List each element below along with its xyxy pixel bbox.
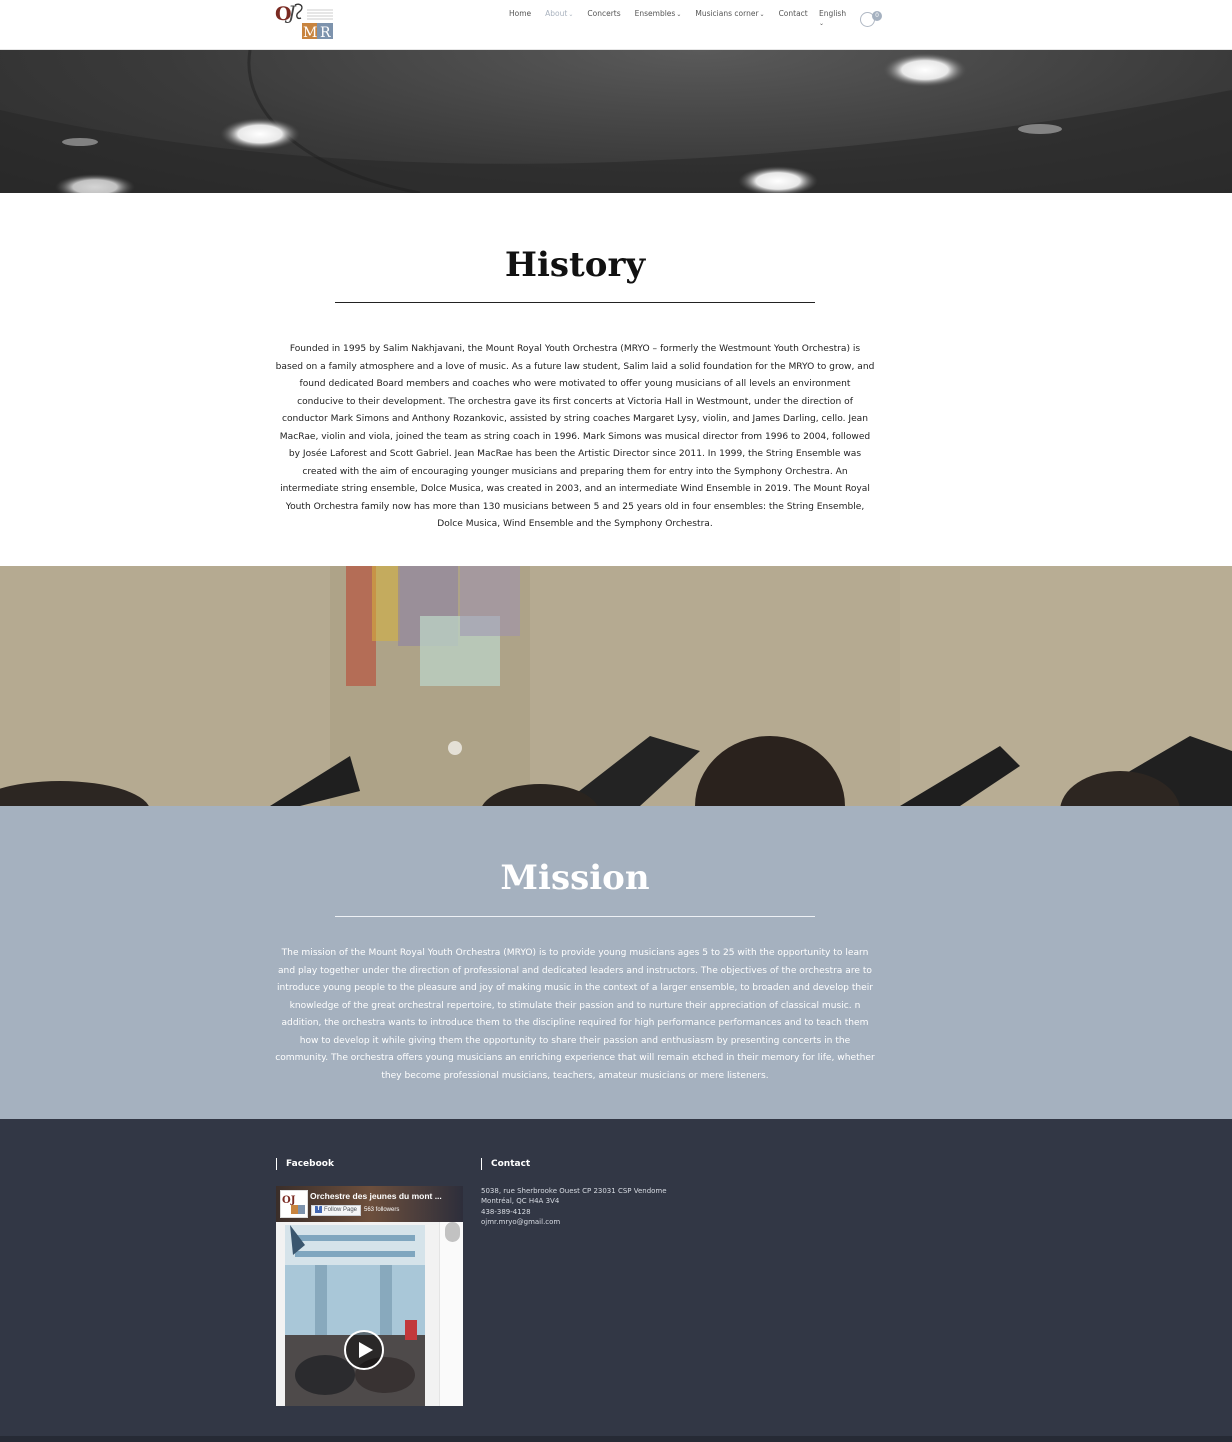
nav-about[interactable]: About⌄ [545,9,573,20]
language-label: English [819,9,847,18]
cart-count-badge: 0 [872,11,882,21]
contact-phone[interactable]: 438-389-4128 [481,1207,667,1217]
nav-about-label: About [545,9,568,18]
contact-address-line2: Montréal, QC H4A 3V4 [481,1197,560,1206]
facebook-page-name[interactable]: Orchestre des jeunes du mont ... [310,1191,460,1201]
language-selector[interactable]: English ⌄ [819,9,846,29]
nav-contact[interactable]: Contact [779,9,808,20]
history-title: History [504,245,646,285]
contact-details: 5038, rue Sherbrooke Ouest CP 23031 CSP … [481,1186,667,1227]
nav-home-label: Home [509,9,532,18]
chevron-down-icon: ⌄ [568,11,574,18]
facebook-page-widget[interactable]: OJ Orchestre des jeunes du mont ... f Fol… [276,1186,463,1406]
chevron-down-icon: ⌄ [759,11,765,18]
nav-home[interactable]: Home [509,9,531,20]
chevron-down-icon: ⌄ [676,11,682,18]
nav-ensembles[interactable]: Ensembles⌄ [635,9,682,20]
hero-ceiling-image [0,50,1232,193]
svg-text:R: R [320,25,331,40]
follow-label: Follow Page [324,1207,358,1214]
history-body: Founded in 1995 by Salim Nakhjavani, the… [275,344,875,529]
nav-ensembles-label: Ensembles [634,9,676,18]
site-logo[interactable]: O J M R [275,2,337,41]
contact-heading: Contact [481,1158,530,1170]
mission-body: The mission of the Mount Royal Youth Orc… [275,948,875,1081]
footer-bottom-bar [0,1436,1232,1442]
mission-section: Mission The mission of the Mount Royal Y… [0,806,1232,1119]
chevron-down-icon: ⌄ [819,20,825,27]
facebook-page-avatar[interactable]: OJ [280,1190,308,1218]
site-footer [0,1119,1232,1442]
play-icon[interactable] [344,1330,384,1370]
contact-address-line1: 5038, rue Sherbrooke Ouest CP 23031 CSP … [481,1187,667,1195]
history-section: History Founded in 1995 by Salim Nakhjav… [0,193,1232,566]
mission-title: Mission [500,858,650,898]
nav-concerts[interactable]: Concerts [587,9,620,20]
facebook-heading: Facebook [276,1158,334,1170]
scrollbar-thumb[interactable] [445,1222,460,1242]
svg-text:OJ: OJ [282,1195,296,1206]
facebook-post-video[interactable] [285,1225,425,1406]
hero-orchestra-image [0,566,1232,806]
history-divider [335,302,815,303]
nav-musicians-corner-label: Musicians corner [695,9,759,18]
nav-musicians-corner[interactable]: Musicians corner⌄ [695,9,764,20]
site-header: O J M R Home About⌄ Concerts Ensembles⌄ … [0,0,1232,50]
facebook-follow-button[interactable]: f Follow Page [311,1205,362,1216]
nav-contact-label: Contact [778,9,808,18]
facebook-icon: f [315,1206,322,1213]
mission-divider [335,916,815,917]
svg-text:M: M [303,25,317,40]
facebook-feed-scrollbar[interactable] [439,1222,463,1406]
facebook-feed[interactable] [276,1222,463,1406]
main-nav: Home About⌄ Concerts Ensembles⌄ Musician… [509,9,822,20]
facebook-followers-count: 563 followers [364,1207,400,1213]
nav-concerts-label: Concerts [587,9,621,18]
contact-email[interactable]: ojmr.mryo@gmail.com [481,1217,667,1227]
